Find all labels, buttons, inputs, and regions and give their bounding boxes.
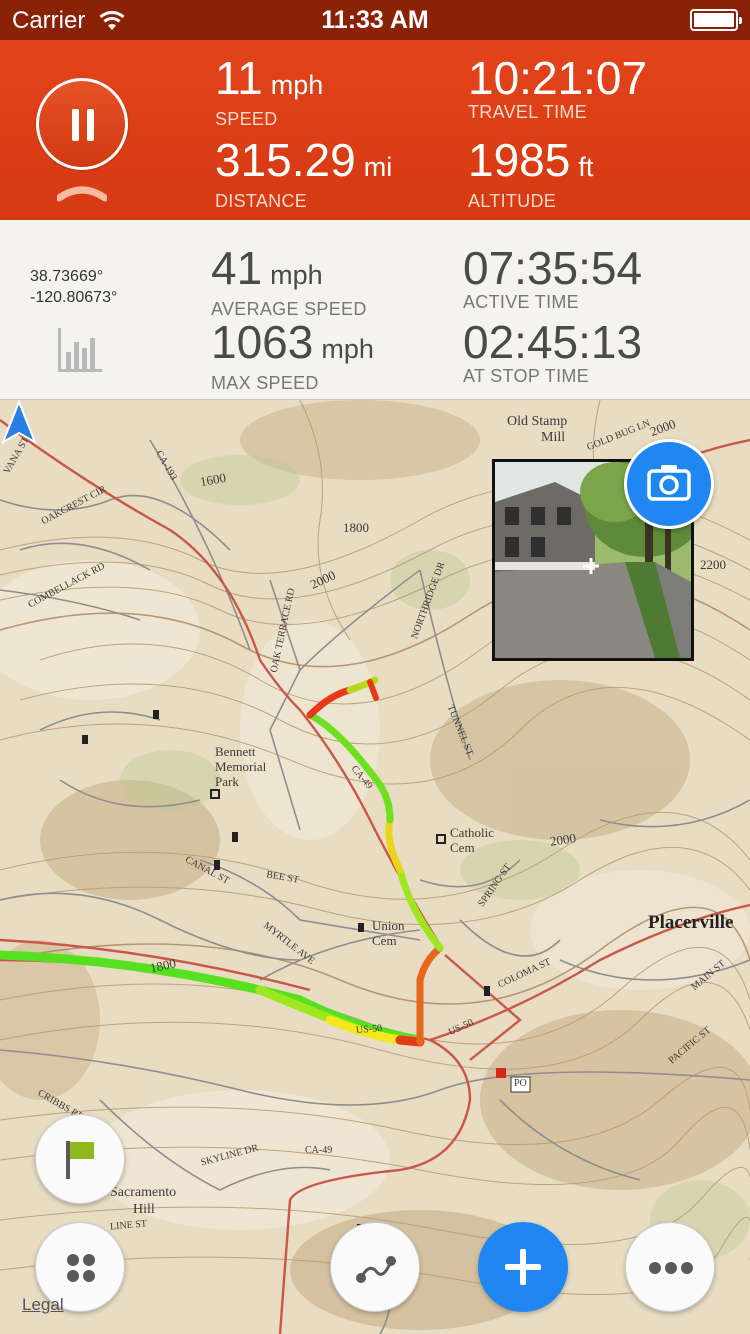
map-label: Cem [372, 933, 397, 948]
max-speed-value: 1063 [211, 316, 314, 368]
active-time-label: ACTIVE TIME [463, 292, 579, 312]
map-label: Old Stamp [507, 414, 568, 429]
map-label: US-50 [355, 1022, 383, 1037]
camera-button[interactable] [624, 439, 714, 529]
pause-icon [72, 109, 79, 141]
at-stop-time-label: AT STOP TIME [463, 366, 589, 386]
route-button[interactable] [330, 1222, 420, 1312]
bar-chart-icon[interactable] [56, 326, 104, 374]
legal-link[interactable]: Legal [22, 1295, 64, 1315]
active-time-value: 07:35:54 [463, 242, 643, 294]
map-label: Bennett [215, 744, 256, 759]
secondary-stats-panel: 38.73669° -120.80673° 41 mph AVERAGE SPEE… [0, 220, 750, 400]
speed-unit: mph [270, 70, 324, 100]
map-label: Union [372, 918, 405, 933]
town-label: Placerville [648, 912, 734, 933]
map-label: PO [514, 1078, 527, 1089]
max-speed-stat: 1063 mph MAX SPEED [211, 318, 374, 393]
plus-icon [505, 1249, 541, 1285]
pause-button[interactable] [36, 78, 128, 170]
route-icon [356, 1256, 396, 1283]
active-time-stat: 07:35:54 ACTIVE TIME [463, 244, 642, 312]
add-button[interactable] [478, 1222, 568, 1312]
distance-label: DISTANCE [215, 191, 308, 211]
at-stop-time-stat: 02:45:13 AT STOP TIME [463, 318, 642, 386]
ellipsis-icon [649, 1262, 693, 1274]
at-stop-time-value: 02:45:13 [463, 316, 643, 368]
camera-icon [647, 465, 691, 501]
average-speed-unit: mph [270, 260, 323, 290]
speed-label: SPEED [215, 109, 278, 129]
battery-icon [690, 9, 742, 31]
chevron-up-icon[interactable] [57, 180, 107, 202]
coordinates: 38.73669° -120.80673° [30, 266, 117, 308]
travel-time-value: 10:21:07 [468, 52, 648, 104]
altitude-stat: 1985 ft ALTITUDE [468, 136, 593, 211]
map-label: 1800 [343, 520, 369, 535]
distance-stat: 315.29 mi DISTANCE [215, 136, 392, 211]
map-label: CA-49 [305, 1145, 333, 1156]
speed-stat: 11 mph SPEED [215, 54, 323, 129]
map-label: Park [215, 774, 239, 789]
location-arrow-icon [1, 400, 37, 445]
longitude: -120.80673° [30, 289, 118, 306]
status-bar: Carrier 11:33 AM [0, 0, 750, 40]
more-button[interactable] [625, 1222, 715, 1312]
flag-icon [66, 1141, 94, 1179]
map-label: Mill [541, 430, 566, 445]
flag-button[interactable] [35, 1114, 125, 1204]
map-label: 2200 [700, 557, 726, 572]
topo-map[interactable]: Old Stamp Mill GOLD BUG LN 2000 1600 180… [0, 400, 750, 1334]
primary-stats-panel: 11 mph SPEED 10:21:07 TRAVEL TIME 315.29 m… [0, 40, 750, 220]
altitude-unit: ft [578, 152, 594, 182]
travel-time-stat: 10:21:07 TRAVEL TIME [468, 54, 647, 122]
max-speed-label: MAX SPEED [211, 373, 319, 393]
average-speed-stat: 41 mph AVERAGE SPEED [211, 244, 367, 319]
altitude-value: 1985 [468, 134, 571, 186]
altitude-label: ALTITUDE [468, 191, 557, 211]
map-label: Catholic [450, 825, 495, 840]
travel-time-label: TRAVEL TIME [468, 102, 587, 122]
map-label: Memorial [215, 759, 267, 774]
speed-value: 11 [215, 52, 263, 104]
map-label: Cem [450, 840, 475, 855]
max-speed-unit: mph [321, 334, 374, 364]
average-speed-value: 41 [211, 242, 263, 294]
distance-value: 315.29 [215, 134, 356, 186]
latitude: 38.73669° [30, 268, 104, 285]
distance-unit: mi [363, 152, 393, 182]
map-label: Hill [133, 1202, 155, 1217]
status-time: 11:33 AM [321, 6, 429, 34]
